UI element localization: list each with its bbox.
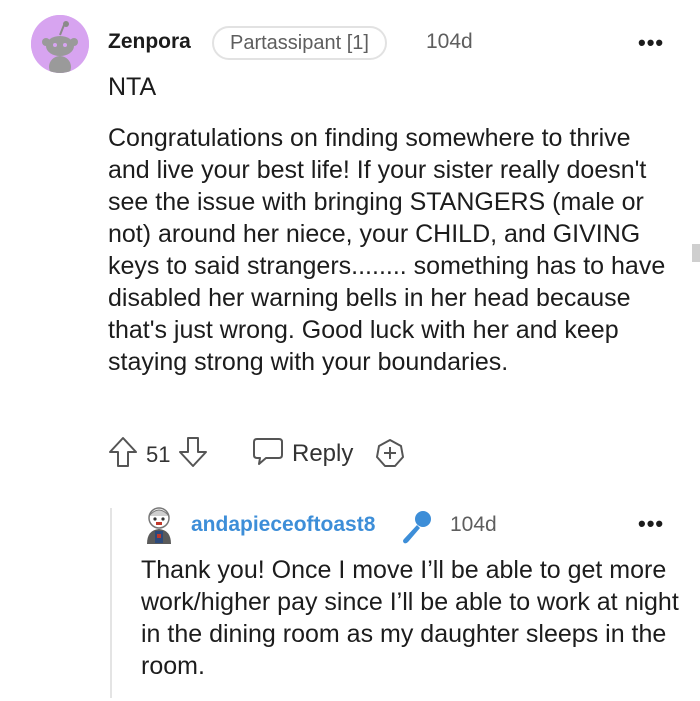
vote-controls: 51	[108, 436, 208, 473]
thread-line[interactable]	[110, 508, 112, 698]
reply-label: Reply	[292, 439, 354, 467]
reply-body: Thank you! Once I move I’ll be able to g…	[141, 556, 679, 680]
comment-body: Congratulations on finding somewhere to …	[108, 124, 666, 376]
reply-user-avatar[interactable]	[141, 506, 177, 546]
reply-button[interactable]: Reply	[252, 436, 353, 471]
reply-bubble-icon	[252, 436, 284, 471]
snoo-avatar-icon	[31, 15, 89, 73]
award-button[interactable]	[374, 437, 406, 474]
reply-more-options-icon[interactable]: •••	[638, 511, 664, 537]
reply-username[interactable]: andapieceoftoast8	[191, 513, 375, 537]
custom-avatar-icon	[147, 507, 171, 544]
award-plus-icon	[376, 439, 404, 467]
downvote-icon[interactable]	[178, 436, 208, 473]
user-flair-badge: Partassipant [1]	[212, 26, 387, 60]
microphone-icon	[398, 508, 434, 549]
comment-timestamp: 104d	[426, 30, 473, 53]
vote-count: 51	[146, 441, 171, 467]
user-avatar[interactable]	[31, 15, 89, 73]
more-options-icon[interactable]: •••	[638, 30, 664, 56]
comment-title-line: NTA	[108, 73, 157, 101]
reply-timestamp: 104d	[450, 513, 497, 536]
upvote-icon[interactable]	[108, 436, 138, 473]
comment-username[interactable]: Zenpora	[108, 30, 191, 54]
scrollbar-thumb[interactable]	[692, 244, 700, 262]
